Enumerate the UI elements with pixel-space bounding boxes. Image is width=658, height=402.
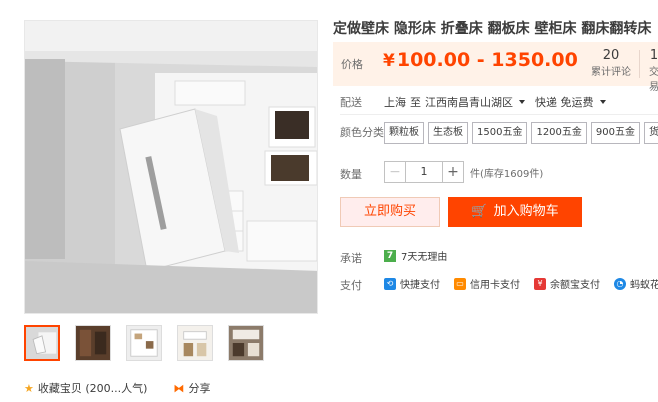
product-title: 定做壁床 隐形床 折叠床 翻板床 壁柜床 翻床翻转床 [333,21,652,37]
collect-label: 收藏宝贝 (200...人气) [37,382,148,395]
color-options: 颗粒板 生态板 1500五金 1200五金 900五金 货款 [384,122,658,144]
chevron-down-icon[interactable] [599,100,606,104]
delivery-from: 上海 [384,96,406,109]
stock-text: 件(库存1609件) [470,168,544,180]
share-icon: ⧓ [173,381,185,395]
main-product-image[interactable] [24,20,318,314]
thumbnail-4[interactable] [177,325,213,361]
promise-row: 7 7天无理由 [384,248,447,263]
credit-card-icon: ▭ [454,277,466,290]
decrease-button[interactable]: − [384,161,406,183]
payment-methods: ⟲ 快捷支付 ▭ 信用卡支付 ¥ 余额宝支付 ◔ 蚂蚁花呗 [384,276,658,291]
color-label: 颜色分类 [340,126,384,139]
yuebao-icon: ¥ [534,277,546,290]
thumbnail-strip [24,325,279,361]
quantity-stepper: − 1 + 件(库存1609件) [384,161,543,183]
thumbnail-5[interactable] [228,325,264,361]
pay-method-label: 快捷支付 [400,280,440,291]
divider [340,114,658,115]
pay-method-yuebao[interactable]: ¥ 余额宝支付 [534,276,600,291]
thumbnail-3[interactable] [126,325,162,361]
price-value: ¥100.00 - 1350.00 [383,49,578,71]
pay-method-label: 蚂蚁花呗 [630,280,658,291]
delivery-row: 上海 至 江西南昌青山湖区 快递 免运费 [384,94,616,110]
price-panel: 价格 ¥100.00 - 1350.00 20 累计评论 1 交易 [333,42,658,93]
increase-button[interactable]: + [442,161,464,183]
color-option-6[interactable]: 货款 [644,122,658,144]
promise-text[interactable]: 7天无理由 [401,248,447,263]
price-range: 100.00 - 1350.00 [396,49,578,71]
color-option-1[interactable]: 颗粒板 [384,122,424,144]
share-label: 分享 [188,382,211,395]
cart-icon: 🛒 [471,204,488,219]
collect-link[interactable]: ★ 收藏宝贝 (200...人气) [24,380,147,396]
delivery-label: 配送 [340,96,362,109]
seven-day-icon: 7 [384,249,396,262]
color-option-4[interactable]: 1200五金 [531,122,587,144]
color-option-3[interactable]: 1500五金 [472,122,528,144]
quantity-label: 数量 [340,168,362,181]
color-option-5[interactable]: 900五金 [590,122,640,144]
trade-count-label: 交易 [649,67,658,93]
buy-now-button[interactable]: 立即购买 [340,197,440,227]
delivery-to-word: 至 [410,96,421,109]
star-icon: ★ [24,381,34,395]
currency-symbol: ¥ [383,51,395,71]
stat-divider [639,50,640,78]
shipping-method[interactable]: 快递 免运费 [535,94,594,110]
add-to-cart-button[interactable]: 🛒 加入购物车 [448,197,582,227]
footer-links: ★ 收藏宝贝 (200...人气) ⧓ 分享 [24,380,236,396]
quick-pay-icon: ⟲ [384,277,396,290]
pay-method-label: 余额宝支付 [550,280,600,291]
payment-label: 支付 [340,279,362,292]
pay-method-label: 信用卡支付 [470,280,520,291]
thumbnail-1[interactable] [24,325,60,361]
pay-method-quick[interactable]: ⟲ 快捷支付 [384,276,440,291]
price-label: 价格 [341,58,363,71]
pay-method-credit[interactable]: ▭ 信用卡支付 [454,276,520,291]
trade-count-stat[interactable]: 1 交易 [645,48,658,93]
add-to-cart-label: 加入购物车 [493,204,559,219]
color-option-2[interactable]: 生态板 [428,122,468,144]
trade-count: 1 [649,48,658,63]
delivery-destination[interactable]: 江西南昌青山湖区 [425,94,513,110]
review-count: 20 [602,48,620,63]
promise-label: 承诺 [340,252,362,265]
thumbnail-2[interactable] [75,325,111,361]
huabei-icon: ◔ [614,277,626,290]
review-count-label: 累计评论 [591,67,631,78]
pay-method-huabei[interactable]: ◔ 蚂蚁花呗 [614,276,658,291]
share-link[interactable]: ⧓ 分享 [173,380,210,396]
chevron-down-icon[interactable] [519,100,525,104]
review-count-stat[interactable]: 20 累计评论 [591,48,631,78]
quantity-input[interactable]: 1 [406,161,442,183]
